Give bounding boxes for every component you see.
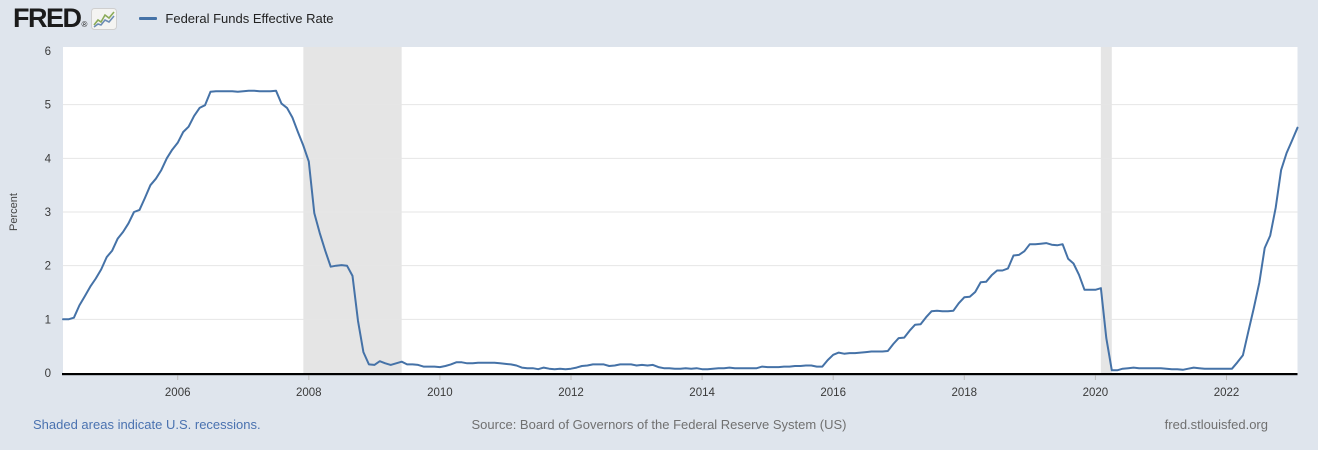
x-tick-label: 2022 <box>1214 387 1240 399</box>
x-tick-label: 2010 <box>427 387 453 399</box>
y-tick-label: 1 <box>45 314 51 326</box>
y-tick-label: 2 <box>45 261 51 273</box>
fred-chart-widget: FRED ® Federal Funds Effective Rate 2006… <box>0 0 1318 450</box>
x-tick-label: 2012 <box>558 387 584 399</box>
plot-background <box>63 47 1298 373</box>
y-tick-label: 6 <box>45 46 51 58</box>
x-tick-label: 2006 <box>165 387 191 399</box>
y-tick-label: 0 <box>45 368 51 380</box>
x-tick-label: 2008 <box>296 387 322 399</box>
fred-site-link[interactable]: fred.stlouisfed.org <box>1165 417 1268 433</box>
y-axis-title: Percent <box>8 193 20 231</box>
chart-footer: Shaded areas indicate U.S. recessions. S… <box>0 417 1318 437</box>
x-tick-label: 2016 <box>820 387 846 399</box>
y-tick-label: 5 <box>45 100 51 112</box>
recession-band <box>303 47 402 373</box>
x-tick-label: 2014 <box>689 387 715 399</box>
y-tick-label: 4 <box>45 153 52 165</box>
recessions-note-link[interactable]: Shaded areas indicate U.S. recessions. <box>33 417 261 433</box>
x-axis-line <box>62 373 1298 376</box>
y-tick-label: 3 <box>45 207 51 219</box>
x-tick-label: 2018 <box>951 387 977 399</box>
chart-area: 2006 2008 2010 2012 2014 2016 2018 2020 2022 0 1 2 3… <box>0 0 1318 450</box>
recession-band <box>1100 47 1112 373</box>
x-tick-label: 2020 <box>1083 387 1109 399</box>
line-chart[interactable]: 2006 2008 2010 2012 2014 2016 2018 2020 2022 0 1 2 3… <box>0 0 1318 450</box>
source-text: Source: Board of Governors of the Federa… <box>471 417 847 432</box>
